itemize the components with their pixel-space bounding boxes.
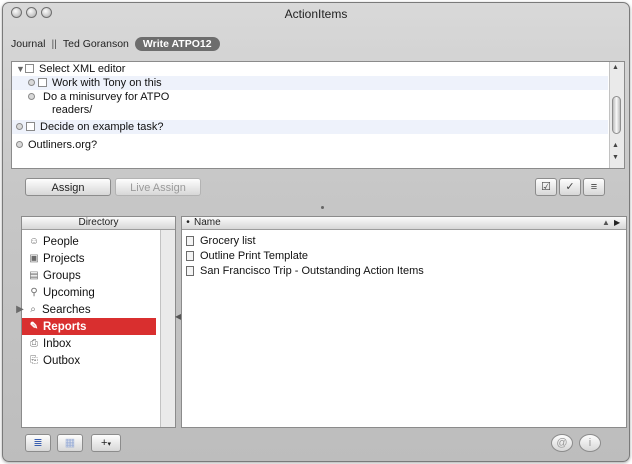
outline-row[interactable]: Do a minisurvey for ATPO <box>12 90 608 104</box>
file-list-header: • Name ▲ ▶ <box>182 217 626 230</box>
complete-button[interactable]: ✓ <box>559 178 581 196</box>
grid-view-button[interactable]: ▦ <box>57 434 83 452</box>
pane-splitter[interactable]: ◀ <box>175 216 181 426</box>
disclosure-triangle-icon[interactable]: ▼ <box>16 62 25 76</box>
checkbox[interactable] <box>25 64 34 73</box>
directory-item-label: Groups <box>43 269 81 282</box>
scroll-up-arrow-icon[interactable]: ▲ <box>612 64 619 71</box>
file-row[interactable]: Outline Print Template <box>182 248 622 263</box>
window-title: ActionItems <box>284 7 348 21</box>
chevron-down-icon: ▾ <box>107 441 111 448</box>
split-divider-handle[interactable] <box>321 206 324 209</box>
outline-row[interactable]: Decide on example task? <box>12 120 608 134</box>
scroll-down-arrow-icon[interactable]: ▼ <box>612 154 619 161</box>
grid-view-icon: ▦ <box>64 437 76 449</box>
directory-header: Directory <box>22 217 175 230</box>
directory-item-label: Reports <box>43 320 87 333</box>
list-view-button[interactable]: ≣ <box>25 434 51 452</box>
outline-view[interactable]: ▼ Select XML editor Work with Tony on th… <box>11 61 625 169</box>
checkbox[interactable] <box>26 122 35 131</box>
checkmark-icon: ✓ <box>565 181 575 193</box>
directory-item-projects[interactable]: ▣ Projects <box>28 250 163 267</box>
document-icon <box>186 235 194 246</box>
directory-pane: Directory ☺ People ▣ Projects ▤ Groups ⚲… <box>16 216 176 428</box>
live-assign-button[interactable]: Live Assign <box>115 178 201 196</box>
outline-row-text: Do a minisurvey for ATPO <box>43 91 170 103</box>
sort-up-icon[interactable]: ▲ <box>602 217 614 229</box>
column-dot-icon: • <box>186 217 190 228</box>
people-icon: ☺ <box>28 235 40 247</box>
file-row[interactable]: Grocery list <box>182 233 622 248</box>
scroll-thumb[interactable] <box>612 96 621 134</box>
document-icon <box>186 265 194 276</box>
bullet-icon <box>28 79 35 86</box>
outline-row-continuation: readers/ <box>12 103 608 117</box>
outline-row-text: readers/ <box>52 104 93 116</box>
outline-row-text: Select XML editor <box>39 63 126 75</box>
at-button[interactable]: @ <box>551 434 573 452</box>
directory-item-label: Outbox <box>43 354 81 367</box>
checkbox-toggle-button[interactable]: ☑ <box>535 178 557 196</box>
directory-item-reports[interactable]: ✎ Reports <box>22 318 156 335</box>
column-menu-arrow-icon[interactable]: ▶ <box>614 217 626 229</box>
directory-item-groups[interactable]: ▤ Groups <box>28 267 163 284</box>
list-view-icon: ≣ <box>33 437 43 449</box>
file-row[interactable]: San Francisco Trip - Outstanding Action … <box>182 263 622 278</box>
directory-item-people[interactable]: ☺ People <box>28 233 163 250</box>
breadcrumb-active[interactable]: Write ATPO12 <box>134 37 220 51</box>
directory-item-label: Searches <box>42 303 91 316</box>
projects-icon: ▣ <box>29 252 39 264</box>
upcoming-icon: ⚲ <box>30 286 38 298</box>
at-icon: @ <box>556 437 568 449</box>
breadcrumb-journal[interactable]: Journal <box>11 38 45 50</box>
template-icon <box>186 250 194 261</box>
column-header-name[interactable]: Name <box>194 217 221 229</box>
breadcrumb-separator: || <box>51 38 57 50</box>
title-bar: ActionItems <box>3 3 629 23</box>
directory-item-searches[interactable]: ▶ ⌕ Searches <box>16 301 151 318</box>
actionitems-window: ActionItems Journal || Ted Goranson Writ… <box>2 2 630 462</box>
search-icon: ⌕ <box>30 303 36 315</box>
breadcrumb-person[interactable]: Ted Goranson <box>63 38 129 50</box>
assign-button[interactable]: Assign <box>25 178 111 196</box>
info-button[interactable]: i <box>579 434 601 452</box>
directory-scrollbar[interactable] <box>160 230 175 427</box>
file-name: San Francisco Trip - Outstanding Action … <box>200 264 424 277</box>
groups-icon: ▤ <box>29 269 39 281</box>
bullet-icon <box>16 141 23 148</box>
outline-row[interactable]: ▼ Select XML editor <box>12 62 608 76</box>
file-name: Outline Print Template <box>200 249 309 262</box>
directory-item-label: People <box>43 235 79 248</box>
outbox-icon: ⎘ <box>30 354 38 366</box>
directory-item-inbox[interactable]: ⎙ Inbox <box>28 335 163 352</box>
lines-icon: ≡ <box>590 181 598 193</box>
reports-icon: ✎ <box>29 320 39 332</box>
outline-row-text: Work with Tony on this <box>52 77 162 89</box>
checkbox[interactable] <box>38 78 47 87</box>
disclosure-triangle-icon[interactable]: ▶ <box>16 304 24 316</box>
directory-item-outbox[interactable]: ⎘ Outbox <box>28 352 163 369</box>
bullet-icon <box>16 123 23 130</box>
checkbox-icon: ☑ <box>541 181 551 193</box>
outline-row-text: Decide on example task? <box>40 121 164 133</box>
outline-row[interactable]: Work with Tony on this <box>12 76 608 90</box>
outline-row[interactable]: Outliners.org? <box>12 138 608 152</box>
outline-scrollbar[interactable]: ▲ ▲ ▼ <box>609 62 624 168</box>
file-name: Grocery list <box>200 234 256 247</box>
info-icon: i <box>588 437 592 449</box>
directory-item-label: Inbox <box>43 337 72 350</box>
directory-item-label: Upcoming <box>43 286 95 299</box>
inbox-icon: ⎙ <box>30 337 38 349</box>
add-menu-button[interactable]: +▾ <box>91 434 121 452</box>
bullet-icon <box>28 93 35 100</box>
file-list-pane: • Name ▲ ▶ Grocery list Outline Print Te… <box>181 216 627 428</box>
notes-button[interactable]: ≡ <box>583 178 605 196</box>
scroll-up-arrow-icon[interactable]: ▲ <box>612 142 619 149</box>
directory-item-upcoming[interactable]: ⚲ Upcoming <box>28 284 163 301</box>
outline-row-text: Outliners.org? <box>28 139 98 151</box>
directory-item-label: Projects <box>43 252 85 265</box>
breadcrumb: Journal || Ted Goranson Write ATPO12 <box>11 37 220 51</box>
